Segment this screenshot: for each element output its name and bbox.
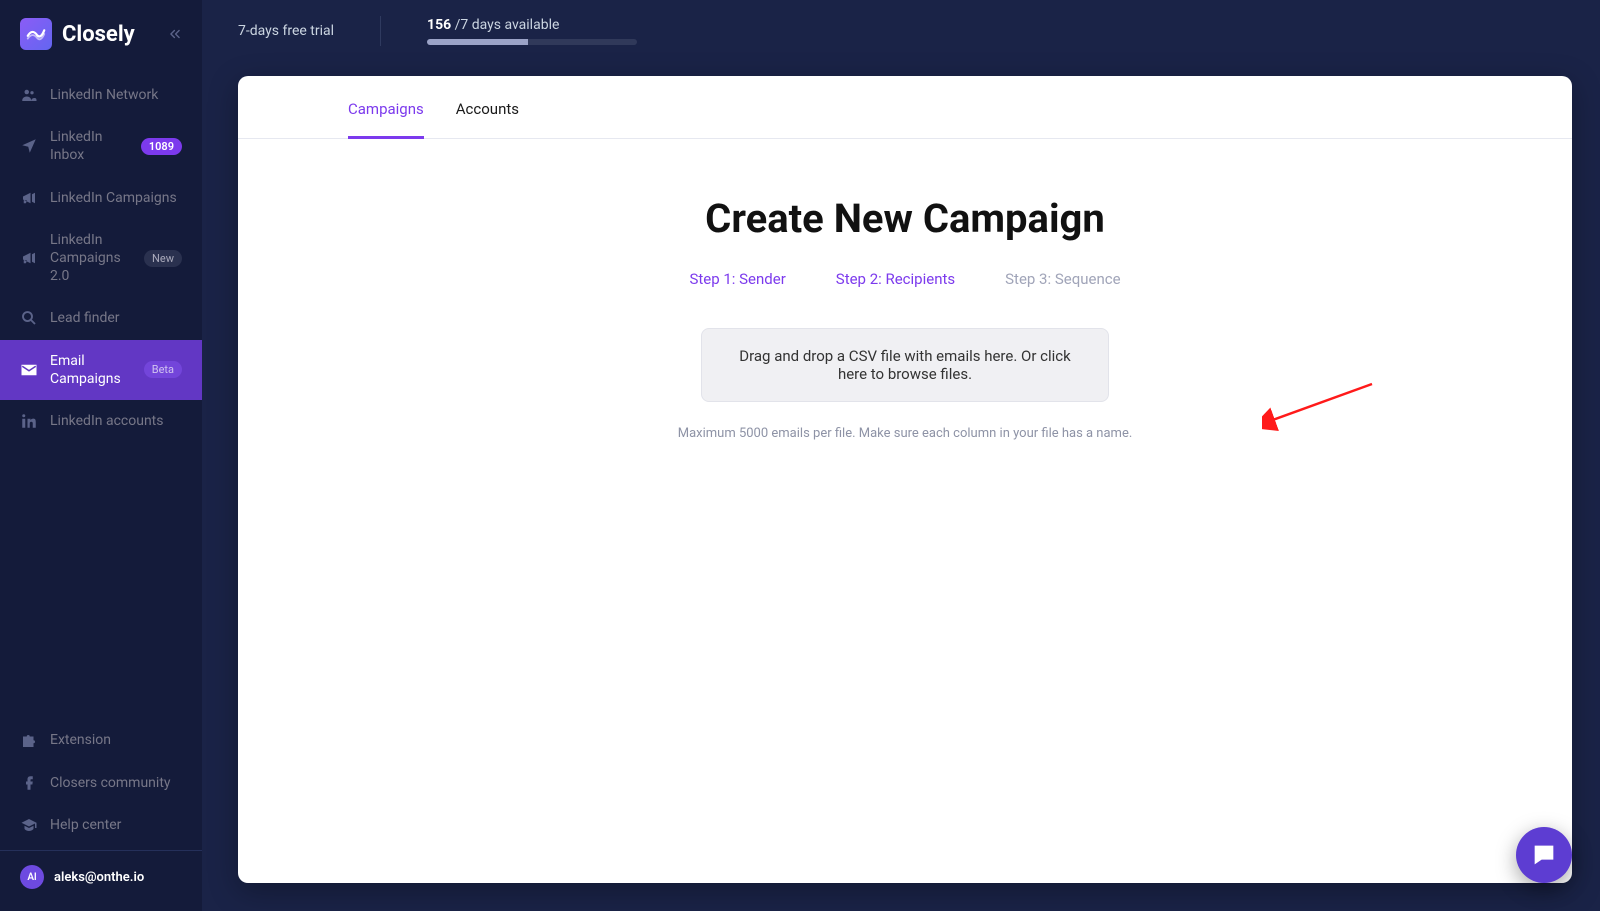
trial-text: 7-days free trial <box>238 23 334 39</box>
trial-stat: 156 /7 days available <box>427 17 637 33</box>
page-title: Create New Campaign <box>545 195 1265 242</box>
sidebar-item-label: Help center <box>50 816 182 834</box>
content-card: Campaigns Accounts Create New Campaign S… <box>238 76 1572 883</box>
trial-count: 156 <box>427 17 451 33</box>
footer-nav: Extension Closers community Help center … <box>0 719 202 911</box>
trial-stat-block: 156 /7 days available <box>427 17 637 45</box>
sidebar-item-linkedin-campaigns[interactable]: LinkedIn Campaigns <box>0 177 202 219</box>
sidebar-item-extension[interactable]: Extension <box>0 719 202 761</box>
logo-icon <box>20 18 52 50</box>
sidebar-item-label: Closers community <box>50 774 182 792</box>
upload-hint: Maximum 5000 emails per file. Make sure … <box>545 426 1265 441</box>
megaphone-icon <box>20 189 38 207</box>
sidebar-item-community[interactable]: Closers community <box>0 762 202 804</box>
sidebar-item-label: LinkedIn Campaigns <box>50 189 182 207</box>
sidebar-item-label: LinkedIn Campaigns 2.0 <box>50 231 132 286</box>
sidebar: Closely LinkedIn Network LinkedIn Inbox … <box>0 0 202 911</box>
sidebar-item-linkedin-inbox[interactable]: LinkedIn Inbox 1089 <box>0 116 202 176</box>
tab-accounts[interactable]: Accounts <box>456 100 519 138</box>
avatar: Al <box>20 865 44 889</box>
steps: Step 1: Sender Step 2: Recipients Step 3… <box>545 270 1265 288</box>
brand-name: Closely <box>62 22 135 47</box>
logo-row: Closely <box>0 0 202 68</box>
inbox-count-badge: 1089 <box>141 138 182 155</box>
sidebar-item-linkedin-network[interactable]: LinkedIn Network <box>0 74 202 116</box>
chat-icon <box>1530 841 1558 869</box>
tabs: Campaigns Accounts <box>238 76 1572 139</box>
new-badge: New <box>144 250 182 267</box>
sidebar-item-linkedin-accounts[interactable]: LinkedIn accounts <box>0 400 202 442</box>
sidebar-item-label: LinkedIn Inbox <box>50 128 129 164</box>
tab-campaigns[interactable]: Campaigns <box>348 100 424 139</box>
progress-fill <box>427 39 528 45</box>
send-icon <box>20 137 38 155</box>
sidebar-item-label: Lead finder <box>50 309 182 327</box>
step-sender[interactable]: Step 1: Sender <box>689 270 785 288</box>
csv-dropzone[interactable]: Drag and drop a CSV file with emails her… <box>701 328 1109 402</box>
sidebar-item-email-campaigns[interactable]: Email Campaigns Beta <box>0 340 202 400</box>
sidebar-item-label: Email Campaigns <box>50 352 132 388</box>
create-campaign-panel: Create New Campaign Step 1: Sender Step … <box>545 195 1265 441</box>
sidebar-item-help[interactable]: Help center <box>0 804 202 846</box>
user-row[interactable]: Al aleks@onthe.io <box>0 850 202 903</box>
user-email: aleks@onthe.io <box>54 870 144 885</box>
nav: LinkedIn Network LinkedIn Inbox 1089 Lin… <box>0 68 202 719</box>
search-icon <box>20 309 38 327</box>
puzzle-icon <box>20 732 38 750</box>
chat-launcher[interactable] <box>1516 827 1572 883</box>
sidebar-item-label: LinkedIn accounts <box>50 412 182 430</box>
collapse-icon[interactable] <box>168 27 182 41</box>
progress-bar <box>427 39 637 45</box>
sidebar-item-lead-finder[interactable]: Lead finder <box>0 297 202 339</box>
facebook-icon <box>20 774 38 792</box>
trial-suffix: /7 days available <box>455 17 560 33</box>
sidebar-item-linkedin-campaigns-2[interactable]: LinkedIn Campaigns 2.0 New <box>0 219 202 298</box>
step-sequence[interactable]: Step 3: Sequence <box>1005 270 1120 288</box>
annotation-arrow <box>1262 376 1382 436</box>
beta-badge: Beta <box>144 361 182 378</box>
mail-icon <box>20 361 38 379</box>
main: 7-days free trial 156 /7 days available … <box>202 0 1600 911</box>
linkedin-icon <box>20 412 38 430</box>
step-recipients[interactable]: Step 2: Recipients <box>836 270 955 288</box>
sidebar-item-label: Extension <box>50 731 182 749</box>
users-icon <box>20 86 38 104</box>
megaphone-icon <box>20 249 38 267</box>
topbar: 7-days free trial 156 /7 days available <box>202 0 1600 62</box>
separator <box>380 16 381 46</box>
sidebar-item-label: LinkedIn Network <box>50 86 182 104</box>
graduation-icon <box>20 816 38 834</box>
